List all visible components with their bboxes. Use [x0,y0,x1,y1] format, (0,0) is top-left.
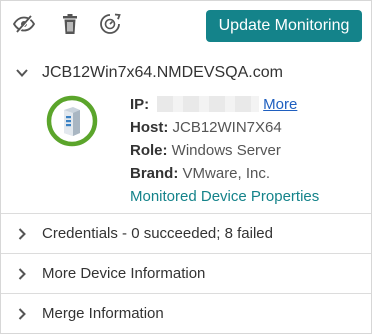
ip-more-link[interactable]: More [263,96,297,113]
brand-row: Brand: VMware, Inc. [130,162,319,185]
more-device-information-section[interactable]: More Device Information [1,254,371,294]
host-row: Host: JCB12WIN7X64 [130,116,319,139]
host-label: Host: [130,119,169,136]
host-value: JCB12WIN7X64 [172,119,282,136]
update-monitoring-button[interactable]: Update Monitoring [206,10,362,42]
device-properties: IP: More Host: JCB12WIN7X64 Role: Windows… [130,93,319,208]
server-icon [46,95,98,147]
chevron-right-icon [15,267,29,281]
brand-label: Brand: [130,165,179,182]
merge-information-label: Merge Information [42,305,164,322]
chevron-right-icon [15,227,29,241]
device-details-panel: Update Monitoring JCB12Win7x64.NMDEVSQA.… [0,0,372,334]
role-label: Role: [130,142,168,159]
credentials-label: Credentials - 0 succeeded; 8 failed [42,225,273,242]
chevron-down-icon[interactable] [15,66,29,80]
properties-link-row: Monitored Device Properties [130,185,319,208]
device-name: JCB12Win7x64.NMDEVSQA.com [42,64,283,81]
role-row: Role: Windows Server [130,139,319,162]
chevron-right-icon [15,307,29,321]
more-device-information-label: More Device Information [42,265,206,282]
ip-value-redacted [157,96,260,112]
trash-icon[interactable] [57,11,83,37]
merge-information-section[interactable]: Merge Information [1,294,371,334]
monitored-device-properties-link[interactable]: Monitored Device Properties [130,188,319,205]
brand-value: VMware, Inc. [182,165,271,182]
credentials-section[interactable]: Credentials - 0 succeeded; 8 failed [1,214,371,254]
role-value: Windows Server [171,142,281,159]
device-summary: JCB12Win7x64.NMDEVSQA.com IP: More Host: … [1,51,371,214]
toolbar: Update Monitoring [1,1,371,51]
ip-row: IP: More [130,93,319,116]
eye-slash-icon[interactable] [11,11,37,37]
ip-label: IP: [130,96,150,113]
refresh-scan-icon[interactable] [97,11,123,37]
